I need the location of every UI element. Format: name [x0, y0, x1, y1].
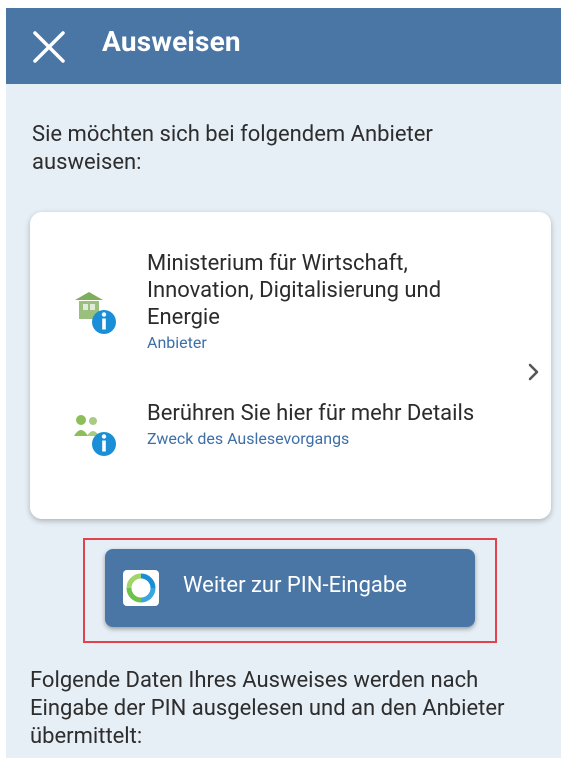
provider-info-icon — [75, 292, 116, 334]
identify-screen: Ausweisen Sie möchten sich bei folgendem… — [6, 8, 561, 758]
data-info-text: Folgende Daten Ihres Ausweises werden na… — [30, 668, 505, 749]
continue-to-pin-button[interactable]: Weiter zur PIN-Eingabe — [105, 549, 475, 627]
provider-text: Ministerium für Wirtschaft, Innovation, … — [147, 250, 507, 353]
continue-to-pin-label: Weiter zur PIN-Eingabe — [183, 573, 407, 598]
ausweisapp-logo-icon — [123, 570, 159, 606]
purpose-row[interactable]: Berühren Sie hier für mehr Details Zweck… — [30, 400, 500, 490]
provider-name: Ministerium für Wirtschaft, Innovation, … — [147, 251, 442, 330]
purpose-info-icon — [74, 415, 116, 456]
page-title: Ausweisen — [102, 25, 241, 58]
purpose-text: Berühren Sie hier für mehr Details Zweck… — [147, 400, 507, 449]
app-bar: Ausweisen — [6, 8, 561, 84]
provider-card[interactable]: Ministerium für Wirtschaft, Innovation, … — [30, 212, 551, 519]
provider-row[interactable]: Ministerium für Wirtschaft, Innovation, … — [30, 250, 500, 370]
chevron-right-icon — [528, 363, 539, 381]
intro-text: Sie möchten sich bei folgendem Anbieter … — [32, 122, 433, 175]
close-button[interactable] — [30, 28, 68, 66]
provider-label: Anbieter — [147, 333, 207, 352]
purpose-label: Zweck des Auslesevorgangs — [147, 429, 350, 448]
close-icon — [33, 31, 65, 63]
purpose-details: Berühren Sie hier für mehr Details — [147, 401, 475, 426]
